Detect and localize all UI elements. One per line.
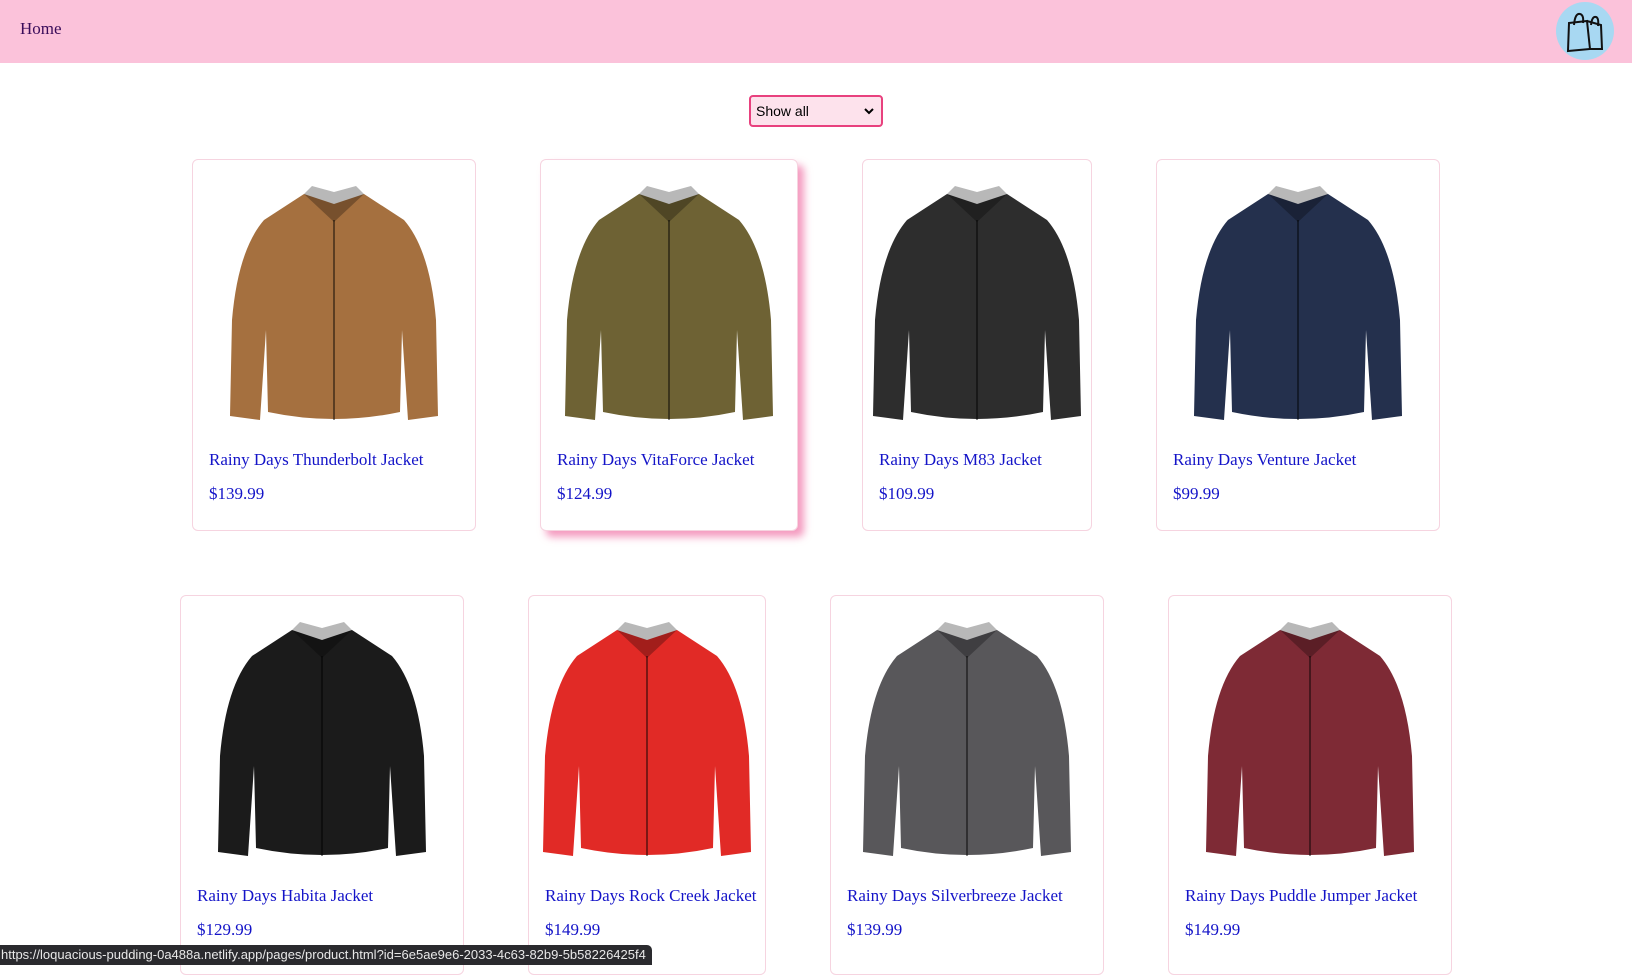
- cart-button[interactable]: [1556, 2, 1614, 60]
- product-name[interactable]: Rainy Days Silverbreeze Jacket: [847, 886, 1063, 906]
- product-name[interactable]: Rainy Days Thunderbolt Jacket: [209, 450, 424, 470]
- home-link[interactable]: Home: [20, 19, 62, 39]
- shopping-bags-icon: [1566, 12, 1604, 53]
- product-image[interactable]: [831, 606, 1103, 876]
- jacket-image: [873, 186, 1081, 420]
- product-card[interactable]: Rainy Days Silverbreeze Jacket $139.99: [830, 595, 1104, 975]
- product-price: $149.99: [545, 920, 601, 939]
- product-card[interactable]: Rainy Days Thunderbolt Jacket $139.99: [192, 159, 476, 531]
- product-image[interactable]: [181, 606, 463, 876]
- product-card[interactable]: Rainy Days VitaForce Jacket $124.99: [540, 159, 798, 531]
- jacket-image: [218, 622, 426, 856]
- product-price: $139.99: [847, 920, 903, 939]
- product-price: $109.99: [879, 484, 935, 503]
- product-image[interactable]: [541, 170, 797, 440]
- product-image[interactable]: [1157, 170, 1439, 440]
- product-card[interactable]: Rainy Days Venture Jacket $99.99: [1156, 159, 1440, 531]
- chevron-down-icon: [864, 108, 874, 115]
- product-card[interactable]: Rainy Days Habita Jacket $129.99: [180, 595, 464, 975]
- jacket-image: [565, 186, 773, 420]
- top-nav-bar: Home: [0, 0, 1632, 63]
- jacket-image: [230, 186, 438, 420]
- product-name[interactable]: Rainy Days Habita Jacket: [197, 886, 373, 906]
- product-image[interactable]: [529, 606, 765, 876]
- product-price: $124.99: [557, 484, 613, 503]
- product-card[interactable]: Rainy Days M83 Jacket $109.99: [862, 159, 1092, 531]
- product-name[interactable]: Rainy Days VitaForce Jacket: [557, 450, 754, 470]
- product-card[interactable]: Rainy Days Puddle Jumper Jacket $149.99: [1168, 595, 1452, 975]
- product-image[interactable]: [1169, 606, 1451, 876]
- link-status-bar: https://loquacious-pudding-0a488a.netlif…: [0, 945, 652, 965]
- filter-selected-value: Show all: [756, 103, 809, 119]
- product-name[interactable]: Rainy Days Rock Creek Jacket: [545, 886, 757, 906]
- product-price: $149.99: [1185, 920, 1241, 939]
- product-image[interactable]: [193, 170, 475, 440]
- product-card[interactable]: Rainy Days Rock Creek Jacket $149.99: [528, 595, 766, 975]
- category-filter-select[interactable]: Show all: [749, 95, 883, 127]
- jacket-image: [1206, 622, 1414, 856]
- product-image[interactable]: [863, 170, 1091, 440]
- product-price: $139.99: [209, 484, 265, 503]
- jacket-image: [863, 622, 1071, 856]
- product-name[interactable]: Rainy Days Puddle Jumper Jacket: [1185, 886, 1417, 906]
- product-name[interactable]: Rainy Days M83 Jacket: [879, 450, 1042, 470]
- product-name[interactable]: Rainy Days Venture Jacket: [1173, 450, 1356, 470]
- jacket-image: [1194, 186, 1402, 420]
- product-price: $99.99: [1173, 484, 1220, 503]
- product-price: $129.99: [197, 920, 253, 939]
- jacket-image: [543, 622, 751, 856]
